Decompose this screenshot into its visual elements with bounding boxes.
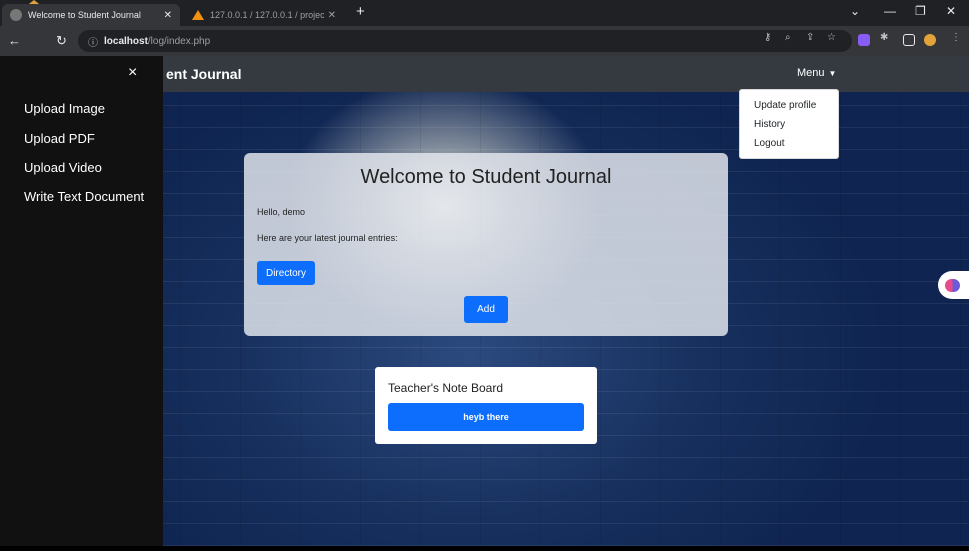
close-window-icon[interactable]: ✕ (946, 4, 956, 18)
welcome-title: Welcome to Student Journal (360, 166, 612, 188)
menu-dropdown-toggle[interactable]: Menu ▼ (797, 67, 836, 79)
url-path: /log/index.php (147, 35, 211, 47)
menu-dropdown: Update profile History Logout (739, 89, 839, 159)
page-background: ent Journal Menu ▼ Update profile History… (0, 56, 969, 546)
sidebar-item-write-text-document[interactable]: Write Text Document (24, 189, 144, 204)
note-board-title: Teacher's Note Board (388, 381, 504, 395)
side-navigation: × Upload Image Upload PDF Upload Video W… (0, 56, 163, 546)
share-icon[interactable]: ⇪ (806, 32, 814, 43)
close-sidenav-icon[interactable]: × (128, 64, 137, 82)
more-options-icon[interactable]: ⋮ (951, 32, 961, 43)
info-icon[interactable]: ⓘ (88, 34, 98, 49)
add-button[interactable]: Add (464, 296, 508, 323)
note-button[interactable]: heyb there (388, 403, 584, 431)
greeting-text: Hello, demo (257, 207, 306, 217)
url-host: localhost (104, 35, 148, 47)
brain-extension-widget[interactable] (938, 271, 969, 299)
sidebar-item-upload-video[interactable]: Upload Video (24, 160, 102, 175)
directory-button[interactable]: Directory (257, 261, 315, 285)
close-tab-icon[interactable]: ✕ (164, 10, 172, 21)
sidebar-item-upload-image[interactable]: Upload Image (24, 101, 105, 116)
globe-icon (10, 9, 22, 21)
minimize-icon[interactable]: — (884, 4, 896, 18)
phpmyadmin-icon (192, 10, 204, 20)
reload-icon[interactable]: ↻ (56, 33, 67, 49)
bottom-edge (0, 546, 969, 551)
brand-title[interactable]: ent Journal (166, 66, 241, 82)
welcome-card: Welcome to Student Journal Hello, demo H… (244, 153, 728, 336)
extension-icon[interactable] (858, 34, 870, 46)
screen: Welcome to Student Journal ✕ 127.0.0.1 /… (0, 0, 969, 551)
browser-toolbar: ← ↻ ⓘ localhost /log/index.php ⚷ ⌕ ⇪ ☆ ✱… (0, 26, 969, 76)
tab-student-journal[interactable]: Welcome to Student Journal ✕ (2, 4, 180, 26)
menu-item-logout[interactable]: Logout (740, 134, 838, 153)
restore-icon[interactable]: ❐ (915, 4, 926, 18)
tab-search-icon[interactable]: ⌄ (850, 4, 860, 18)
browser-tab-bar: Welcome to Student Journal ✕ 127.0.0.1 /… (0, 0, 969, 26)
new-tab-icon[interactable]: + (356, 3, 365, 20)
menu-item-update-profile[interactable]: Update profile (740, 96, 838, 115)
bookmark-star-icon[interactable]: ☆ (827, 32, 836, 43)
entries-subtitle: Here are your latest journal entries: (257, 233, 398, 243)
tab-title: 127.0.0.1 / 127.0.0.1 / project / (210, 10, 324, 20)
sidebar-item-upload-pdf[interactable]: Upload PDF (24, 131, 95, 146)
menu-item-history[interactable]: History (740, 115, 838, 134)
address-bar[interactable]: ⓘ localhost /log/index.php (78, 30, 852, 52)
teacher-note-board: Teacher's Note Board heyb there (375, 367, 597, 444)
puzzle-icon[interactable]: ✱ (880, 32, 888, 43)
profile-avatar-icon[interactable] (924, 34, 936, 46)
tab-phpmyadmin[interactable]: 127.0.0.1 / 127.0.0.1 / project / ✕ (184, 4, 344, 26)
caret-down-icon: ▼ (828, 69, 837, 78)
tab-title: Welcome to Student Journal (28, 10, 141, 20)
key-icon[interactable]: ⚷ (764, 32, 771, 43)
side-panel-icon[interactable] (903, 34, 915, 46)
zoom-icon[interactable]: ⌕ (785, 32, 791, 43)
close-tab-icon[interactable]: ✕ (328, 10, 336, 21)
brain-icon (945, 278, 960, 292)
menu-label: Menu (797, 67, 825, 79)
back-icon[interactable]: ← (8, 33, 21, 48)
